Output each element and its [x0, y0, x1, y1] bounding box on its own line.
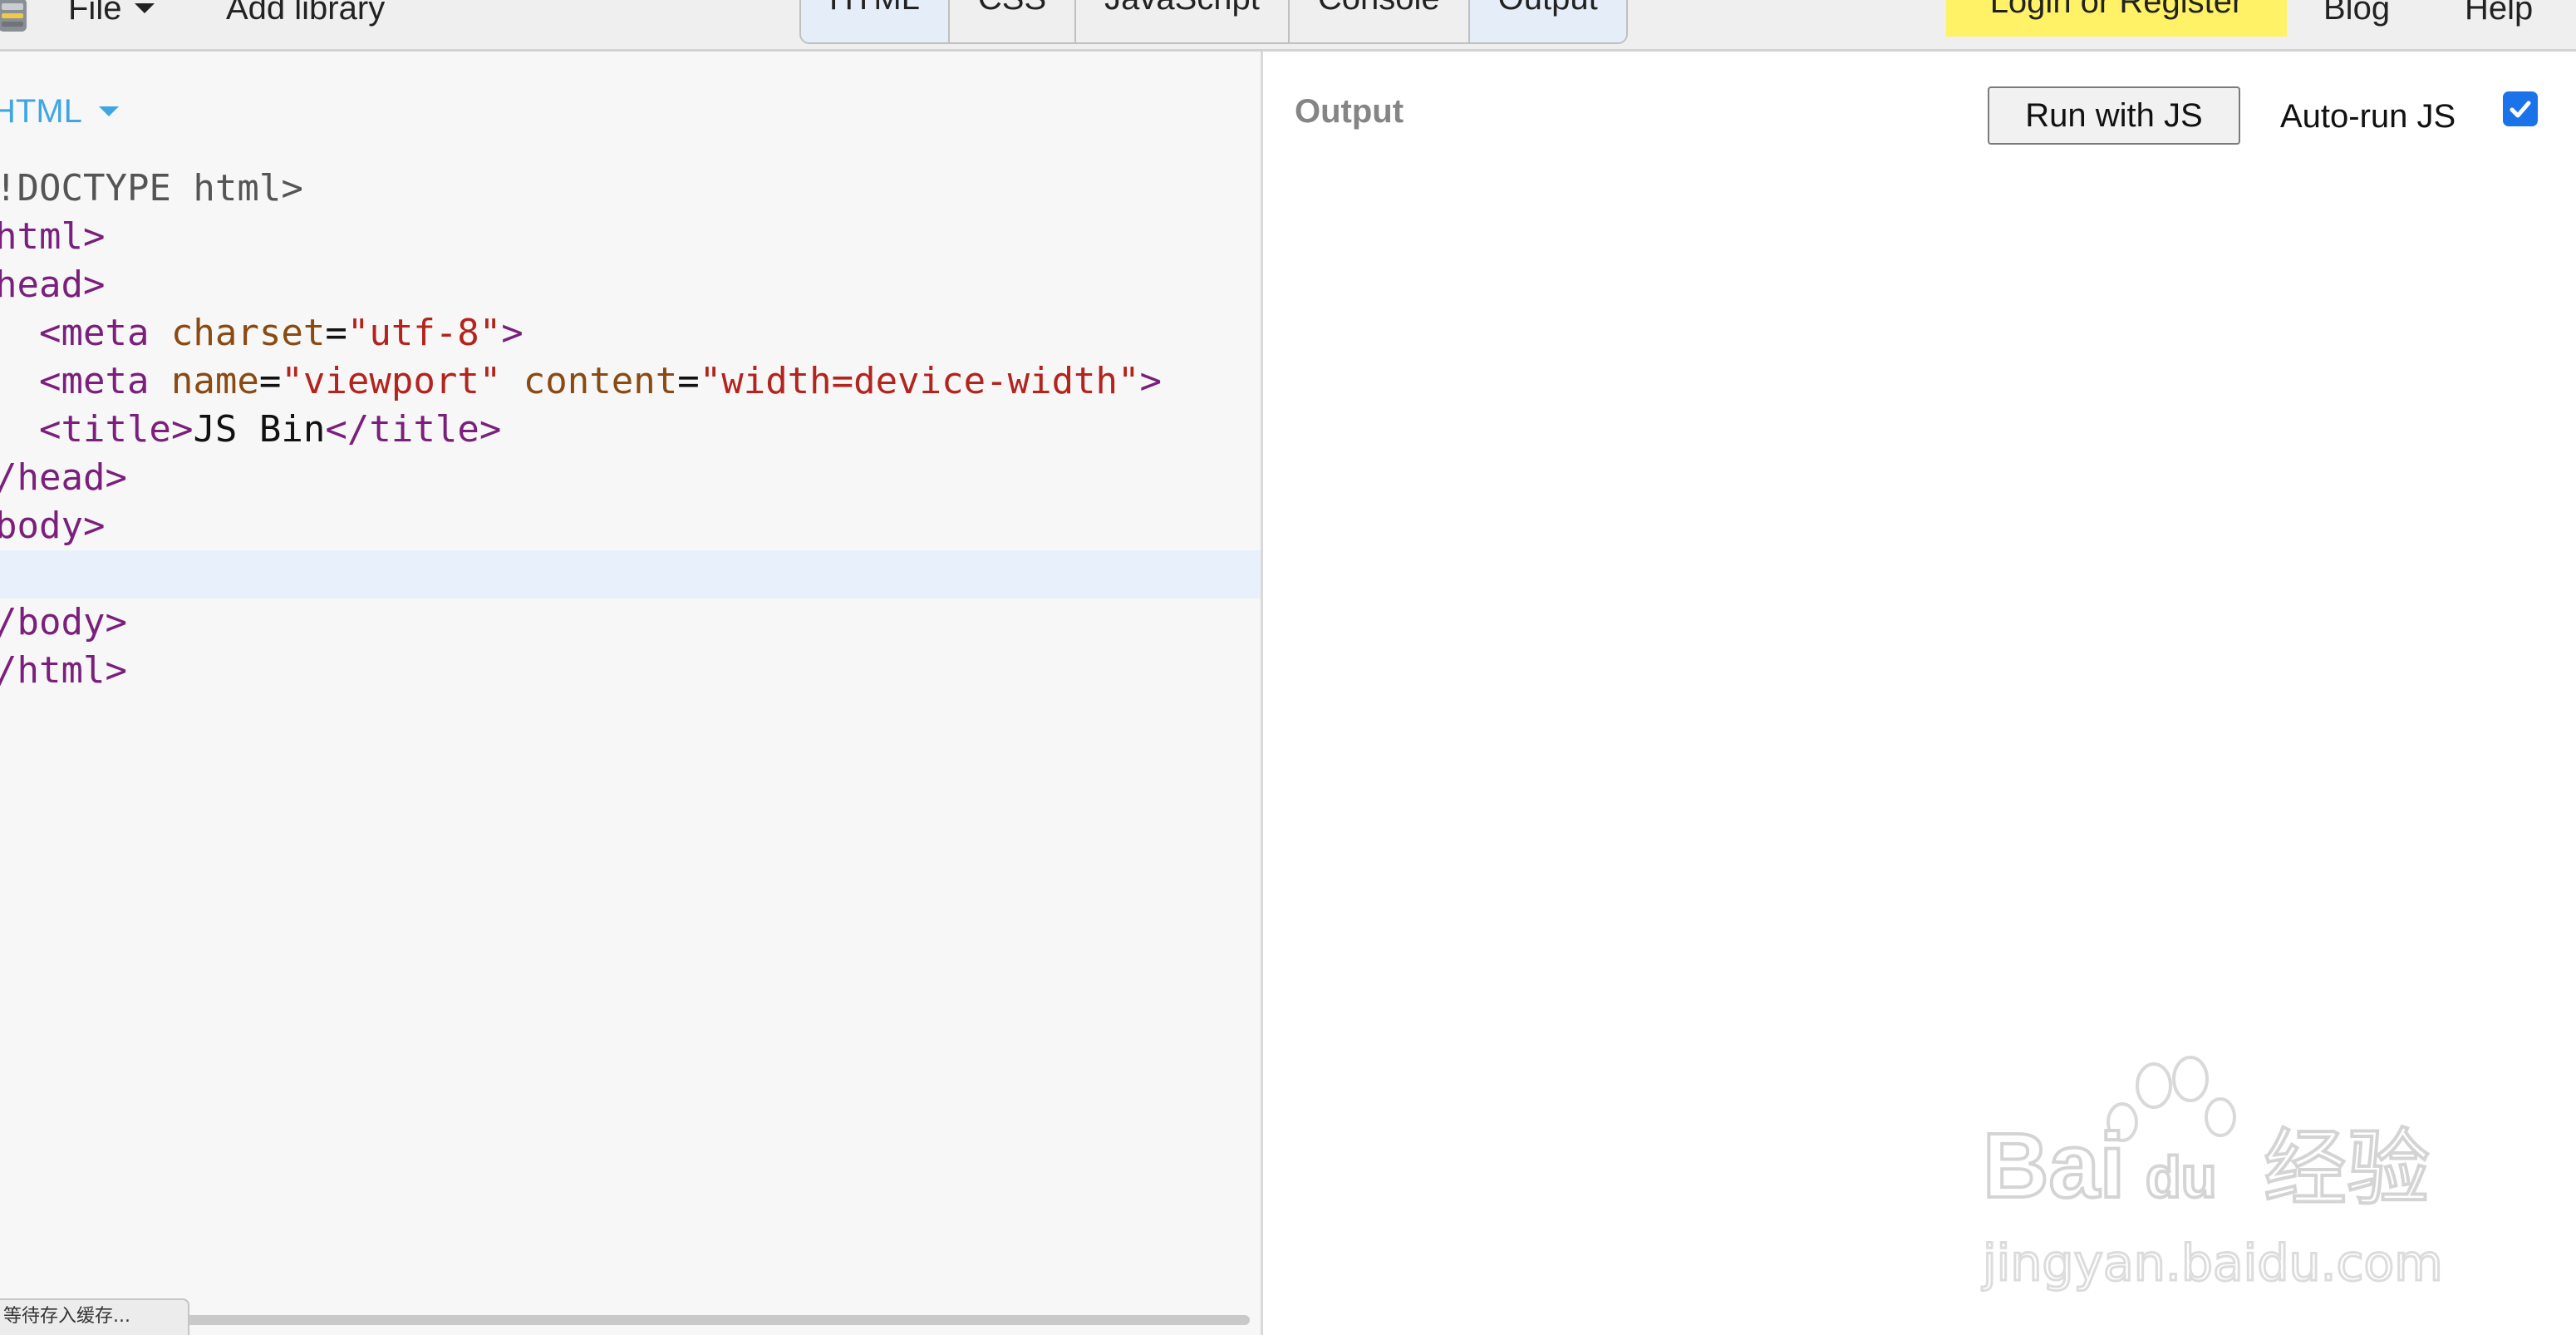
chevron-down-icon [98, 106, 119, 117]
editor-horizontal-scrollbar[interactable] [166, 1315, 1250, 1325]
file-menu-label: File [68, 0, 122, 27]
code-line-text: !DOCTYPE html> [0, 167, 303, 209]
code-editor[interactable]: !DOCTYPE html> html> head> <meta charset… [0, 165, 1261, 695]
tab-html[interactable]: HTML [801, 0, 948, 42]
blog-link[interactable]: Blog [2323, 0, 2390, 28]
tab-console-label: Console [1318, 0, 1440, 15]
run-with-js-button[interactable]: Run with JS [1988, 86, 2240, 145]
code-line[interactable]: html> [0, 213, 1261, 261]
code-line-text: /html> [0, 649, 127, 692]
tab-css[interactable]: CSS [947, 0, 1074, 42]
checkmark-icon [2510, 101, 2531, 118]
add-library-button[interactable]: Add library [226, 0, 385, 28]
file-menu[interactable]: File [68, 0, 155, 28]
code-line-text: /body> [0, 601, 127, 643]
jsbin-logo-icon[interactable] [0, 0, 30, 33]
tab-output-label: Output [1498, 0, 1598, 15]
html-panel-label-text: HTML [0, 93, 82, 130]
auto-run-js-checkbox[interactable] [2503, 91, 2538, 126]
tab-output[interactable]: Output [1467, 0, 1626, 42]
code-line-text: <meta name="viewport" content="width=dev… [38, 360, 1163, 402]
code-line-text: <meta charset="utf-8"> [38, 312, 524, 354]
code-line-text: html> [0, 215, 106, 258]
chevron-down-icon [135, 3, 155, 14]
html-panel-label[interactable]: HTML [0, 91, 119, 131]
code-line[interactable]: <title>JS Bin</title> [0, 406, 1261, 454]
watermark-url: jingyan.baidu.com [1981, 1234, 2443, 1293]
code-line[interactable]: <meta charset="utf-8"> [0, 309, 1261, 357]
code-line[interactable]: /html> [0, 647, 1261, 695]
help-link[interactable]: Help [2465, 0, 2533, 28]
output-panel-label: Output [1295, 93, 1404, 130]
tab-html-label: HTML [829, 0, 920, 15]
code-line-active[interactable] [0, 550, 1261, 599]
panel-tabs: HTML CSS JavaScript Console Output [799, 0, 1628, 44]
code-line[interactable]: <meta name="viewport" content="width=dev… [0, 357, 1261, 406]
code-line-text: <title>JS Bin</title> [38, 408, 502, 451]
code-line-text: body> [0, 505, 106, 547]
baidu-jingyan-watermark: Bai du 经验 jingyan.baidu.com [1980, 1056, 2444, 1294]
login-register-label: Login or Register [1989, 0, 2244, 20]
code-line-text: /head> [0, 456, 127, 499]
tab-console[interactable]: Console [1287, 0, 1468, 42]
auto-run-js-label[interactable]: Auto-run JS [2280, 96, 2456, 136]
code-line[interactable]: /body> [0, 599, 1261, 647]
code-line-text: head> [0, 264, 106, 306]
watermark-brand-left: Bai [1983, 1115, 2125, 1217]
code-line[interactable]: /head> [0, 454, 1261, 502]
tab-javascript-label: JavaScript [1104, 0, 1260, 15]
top-toolbar: File Add library HTML CSS JavaScript Con… [0, 0, 2576, 52]
login-register-button[interactable]: Login or Register [1946, 0, 2287, 37]
tab-css-label: CSS [978, 0, 1046, 15]
status-toast: 等待存入缓存... [0, 1298, 189, 1335]
code-line[interactable]: body> [0, 502, 1261, 550]
html-editor-panel: HTML !DOCTYPE html> html> head> <meta ch… [0, 52, 1263, 1335]
code-line[interactable]: head> [0, 261, 1261, 309]
watermark-brand-right: 经验 [2264, 1120, 2430, 1217]
code-line[interactable]: !DOCTYPE html> [0, 165, 1261, 213]
tab-javascript[interactable]: JavaScript [1074, 0, 1288, 42]
watermark-brand-paw: du [2146, 1145, 2217, 1209]
